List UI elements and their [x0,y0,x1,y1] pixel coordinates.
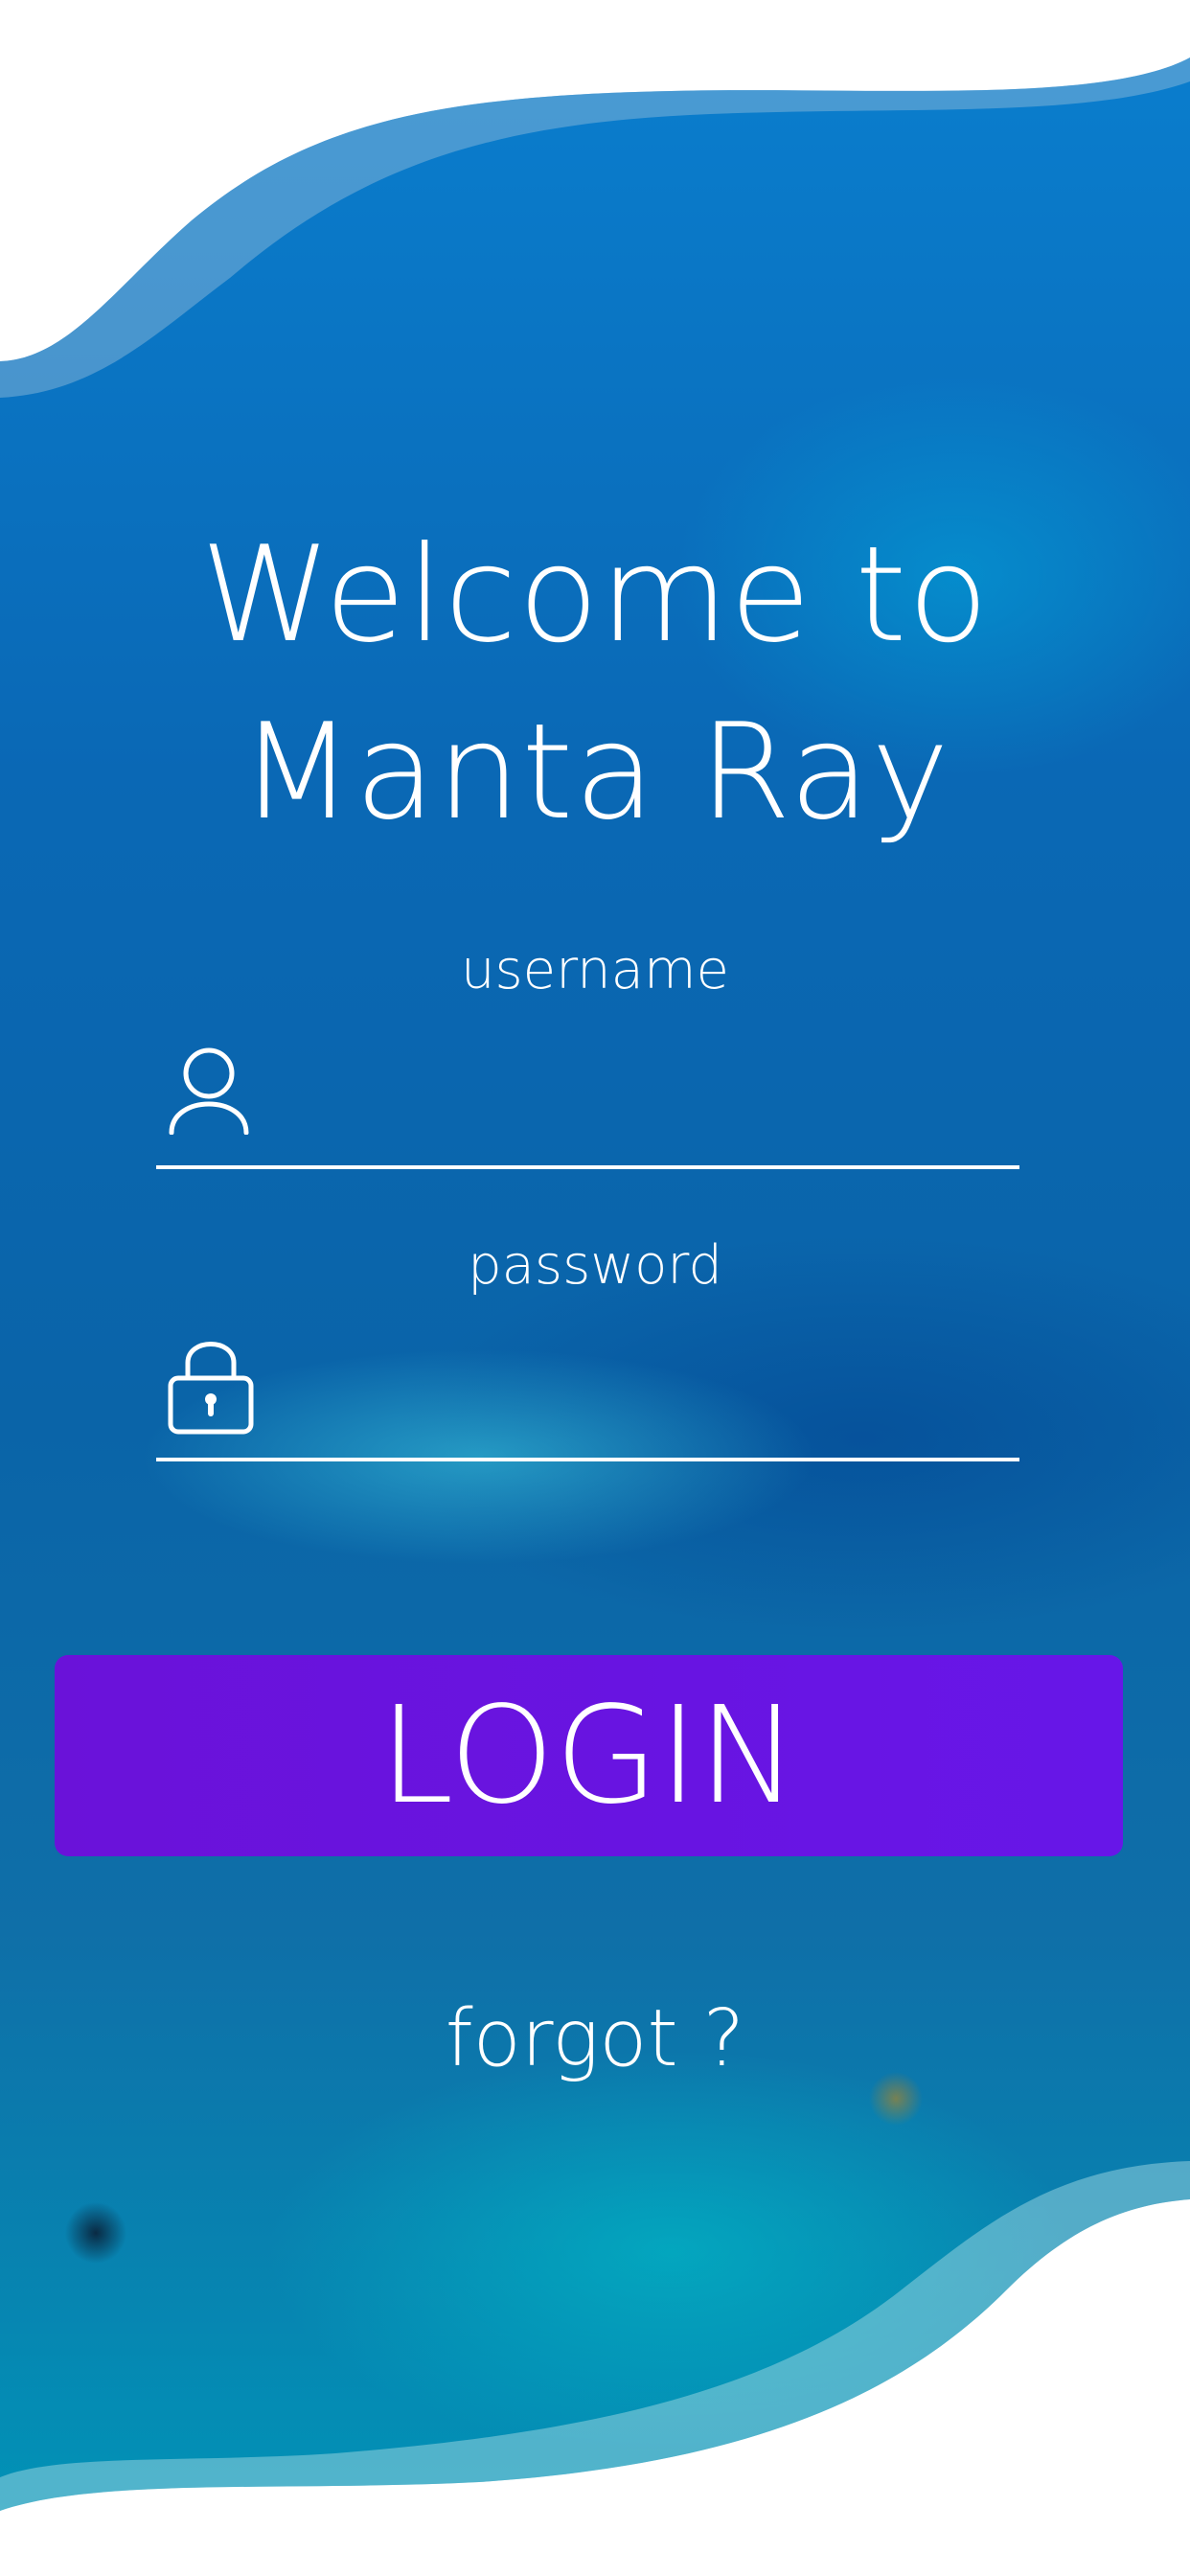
username-underline [156,1165,1019,1169]
password-label: password [468,1234,722,1297]
bottom-wave-decoration [0,2161,1190,2576]
welcome-title: Welcome to Manta Ray [0,506,1190,861]
username-input[interactable] [287,1054,1019,1162]
title-line-2: Manta Ray [240,695,950,849]
login-button[interactable]: LOGIN [55,1655,1123,1856]
password-underline [156,1458,1019,1461]
user-icon [169,1047,249,1135]
top-wave-decoration [0,0,1190,398]
password-input[interactable] [287,1342,1019,1449]
lock-icon [168,1342,254,1435]
forgot-password-link[interactable]: forgot ? [0,1993,1190,2084]
title-line-1: Welcome to [200,518,990,672]
username-label: username [461,939,729,1001]
